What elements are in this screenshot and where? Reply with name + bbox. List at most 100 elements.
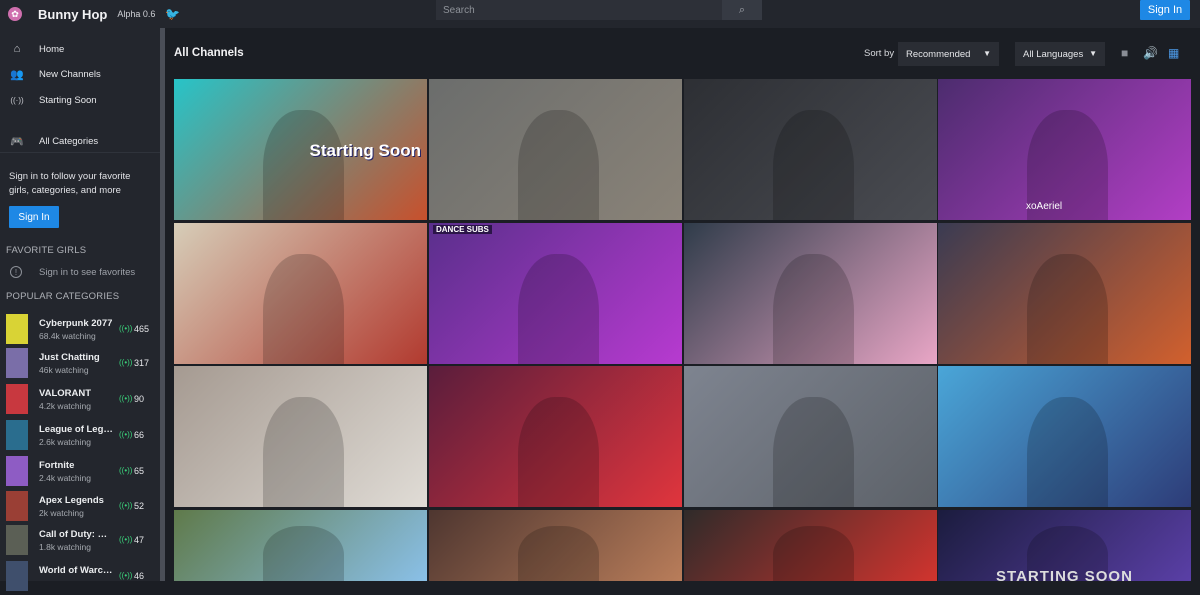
stream-preview	[1026, 254, 1108, 364]
stream-tile[interactable]	[174, 510, 427, 581]
category-channel-count: 317	[134, 358, 150, 368]
favorites-empty-text: Sign in to see favorites	[39, 267, 136, 278]
stream-tile[interactable]: STARTING SOON	[938, 510, 1191, 581]
sidebar-item-new-channels[interactable]: 👥 New Channels	[0, 62, 160, 86]
stream-preview	[772, 397, 854, 507]
stream-preview	[262, 254, 344, 364]
language-dropdown[interactable]: All Languages ▼	[1015, 42, 1105, 66]
live-icon: ((•))	[119, 571, 133, 580]
info-icon: !	[10, 266, 22, 278]
app-title[interactable]: Bunny Hop	[38, 7, 107, 22]
stream-tile[interactable]	[429, 366, 682, 507]
category-name: Fortnite	[39, 460, 75, 471]
live-icon: ((•))	[119, 466, 133, 475]
category-item[interactable]: Cyberpunk 2077 68.4k watching ((•)) 465	[0, 314, 160, 348]
category-channel-count: 65	[134, 466, 145, 476]
category-name: Call of Duty: Warzone	[39, 529, 115, 540]
stream-tile[interactable]: Starting Soon	[174, 79, 427, 220]
category-item[interactable]: Call of Duty: Warzone 1.8k watching ((•))4…	[0, 525, 160, 559]
category-thumbnail	[6, 348, 28, 378]
stream-overlay-text: xoAeriel	[1026, 201, 1063, 212]
gamepad-icon: 🎮	[10, 135, 24, 148]
stream-preview	[517, 397, 599, 507]
category-name: League of Legends	[39, 424, 115, 435]
stream-tile[interactable]: xoAeriel	[938, 79, 1191, 220]
category-channel-count: 52	[134, 501, 145, 511]
home-icon: ⌂	[13, 43, 21, 55]
category-channel-count: 47	[134, 535, 145, 545]
live-icon: ((•))	[119, 394, 133, 403]
broadcast-icon: ((·))	[10, 95, 24, 105]
stream-tile[interactable]	[684, 223, 937, 364]
sidebar-item-label: All Categories	[39, 135, 99, 147]
category-channel-count: 90	[134, 394, 145, 404]
sidebar-sign-in-button[interactable]: Sign In	[9, 206, 59, 228]
category-name: Apex Legends	[39, 495, 104, 506]
category-thumbnail	[6, 561, 28, 591]
category-name: Cyberpunk 2077	[39, 318, 113, 329]
sidebar-item-all-categories[interactable]: 🎮 All Categories	[0, 129, 160, 153]
stream-overlay-text: Starting Soon	[309, 141, 421, 160]
category-item[interactable]: Just Chatting 46k watching ((•)) 317	[0, 348, 160, 382]
chevron-down-icon: ▼	[1089, 49, 1097, 58]
stream-preview	[517, 525, 599, 581]
video-icon[interactable]: ■	[1121, 46, 1128, 60]
search-button[interactable]: ⌕	[722, 0, 762, 20]
sign-in-prompt: Sign in to follow your favorite girls, c…	[9, 171, 131, 196]
sidebar-item-home[interactable]: ⌂ Home	[0, 37, 160, 61]
bunny-logo-icon[interactable]: ✿	[8, 7, 22, 21]
live-icon: ((•))	[119, 501, 133, 510]
category-name: Just Chatting	[39, 352, 100, 363]
category-thumbnail	[6, 314, 28, 344]
page-title: All Channels	[174, 47, 244, 59]
live-icon: ((•))	[119, 358, 133, 367]
stream-preview	[772, 254, 854, 364]
stream-tile[interactable]	[174, 223, 427, 364]
category-item[interactable]: World of Warcraft ((•)) 46	[0, 561, 160, 595]
stream-tile[interactable]	[938, 223, 1191, 364]
category-thumbnail	[6, 456, 28, 486]
stream-tile[interactable]	[174, 366, 427, 507]
twitter-icon[interactable]: 🐦	[165, 7, 180, 21]
search-input[interactable]	[436, 0, 722, 20]
category-viewers: 2k watching	[39, 508, 84, 518]
category-viewers: 2.4k watching	[39, 473, 91, 483]
stream-tile[interactable]	[938, 366, 1191, 507]
stream-tile[interactable]	[429, 79, 682, 220]
category-item[interactable]: League of Legends 2.6k watching ((•))66	[0, 420, 160, 454]
sort-dropdown[interactable]: Recommended ▼	[898, 42, 999, 66]
stream-tile[interactable]	[684, 79, 937, 220]
stream-preview	[262, 525, 344, 581]
stream-tile[interactable]	[684, 366, 937, 507]
stream-tile[interactable]	[429, 510, 682, 581]
sidebar-item-starting-soon[interactable]: ((·)) Starting Soon	[0, 88, 160, 112]
live-icon: ((•))	[119, 324, 133, 333]
category-channel-count: 66	[134, 430, 145, 440]
category-thumbnail	[6, 384, 28, 414]
sidebar-item-label: New Channels	[39, 68, 101, 80]
stream-overlay-text: DANCE SUBS	[433, 225, 492, 234]
category-item[interactable]: Fortnite 2.4k watching ((•)) 65	[0, 456, 160, 490]
stream-preview	[517, 110, 599, 220]
people-icon: 👥	[10, 68, 24, 81]
sign-in-button[interactable]: Sign In	[1140, 0, 1190, 20]
grid-icon[interactable]: ▦	[1168, 46, 1179, 60]
scrollbar-thumb[interactable]	[160, 28, 165, 581]
stream-tile[interactable]	[684, 510, 937, 581]
language-value: All Languages	[1023, 48, 1084, 60]
sidebar: ⌂ Home 👥 New Channels ((·)) Starting Soo…	[0, 28, 160, 591]
stream-preview	[262, 397, 344, 507]
sidebar-item-label: Starting Soon	[39, 94, 97, 106]
volume-icon[interactable]: 🔊	[1143, 46, 1158, 60]
category-item[interactable]: Apex Legends 2k watching ((•)) 52	[0, 491, 160, 525]
stream-preview	[772, 525, 854, 581]
search-icon: ⌕	[738, 3, 746, 16]
sidebar-scrollbar[interactable]	[160, 28, 165, 581]
category-viewers: 68.4k watching	[39, 331, 96, 341]
category-item[interactable]: VALORANT 4.2k watching ((•)) 90	[0, 384, 160, 418]
stream-tile[interactable]: DANCE SUBS	[429, 223, 682, 364]
category-name: World of Warcraft	[39, 565, 115, 576]
stream-preview	[772, 110, 854, 220]
category-viewers: 1.8k watching	[39, 542, 91, 552]
category-channel-count: 465	[134, 324, 150, 334]
